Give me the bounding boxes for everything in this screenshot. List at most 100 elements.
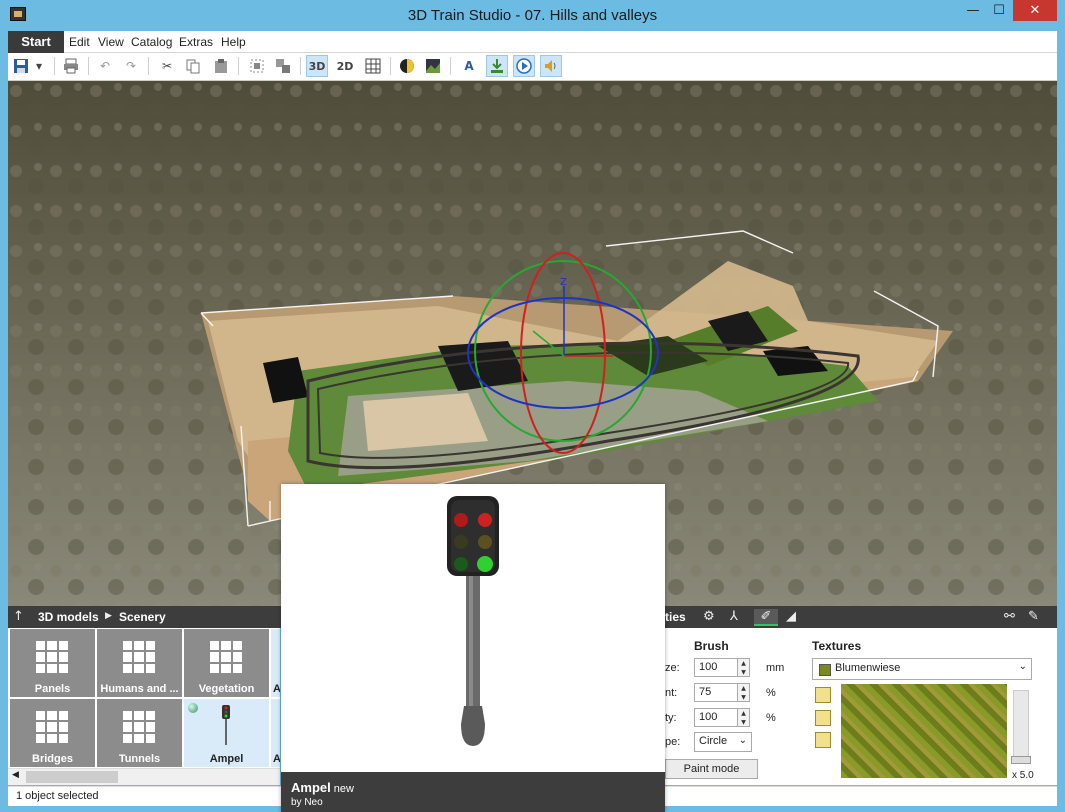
maximize-button[interactable]: ☐ — [986, 0, 1012, 21]
group-icon[interactable] — [246, 55, 268, 77]
folder-grid-icon — [210, 641, 242, 673]
copy-icon[interactable] — [182, 55, 204, 77]
edit-texture-icon[interactable] — [815, 732, 831, 748]
catalog-tile-vegetation[interactable]: Vegetation — [184, 629, 269, 697]
texture-selected-value: Blumenwiese — [835, 662, 901, 674]
catalog-tile-partial[interactable]: A — [271, 699, 280, 767]
menu-catalog[interactable]: Catalog — [131, 35, 172, 49]
brush-strength-label: nt: — [665, 687, 678, 699]
minimize-button[interactable]: — — [960, 0, 986, 21]
title-bar: 3D Train Studio - 07. Hills and valleys … — [0, 0, 1065, 30]
traffic-light-icon — [222, 705, 230, 745]
breadcrumb-3d-models[interactable]: 3D models — [38, 610, 99, 624]
save-dropdown-icon[interactable]: ▾ — [32, 55, 46, 77]
view-2d-button[interactable]: 2D — [334, 55, 356, 77]
tile-label: Panels — [34, 683, 71, 695]
menu-extras[interactable]: Extras — [179, 35, 213, 49]
folder-grid-icon — [36, 641, 68, 673]
status-text: 1 object selected — [16, 790, 99, 802]
brush-strength-stepper[interactable]: ▲ ▼ — [738, 683, 750, 702]
brush-shape-label: pe: — [665, 736, 681, 748]
catalog-tile-partial[interactable]: A — [271, 629, 280, 697]
catalog-tile-bridges[interactable]: Bridges — [10, 699, 95, 767]
tile-label: A — [273, 683, 280, 695]
brush-size-label: ze: — [665, 662, 680, 674]
menu-view[interactable]: View — [98, 35, 124, 49]
toolbar-separator — [88, 57, 89, 75]
brush-density-stepper[interactable]: ▲ ▼ — [738, 708, 750, 727]
catalog-tile-panels[interactable]: Panels — [10, 629, 95, 697]
up-arrow-icon[interactable]: ↑ — [13, 609, 24, 624]
axis-z-label: Z — [560, 277, 567, 288]
popup-model-name-row: Ampel new — [291, 780, 354, 795]
cut-icon[interactable]: ✂ — [156, 55, 178, 77]
undo-icon[interactable]: ↶ — [94, 55, 116, 77]
redo-icon[interactable]: ↷ — [120, 55, 142, 77]
toolbar-separator — [54, 57, 55, 75]
model-preview-popup: Ampel new by Neo — [281, 484, 665, 812]
menu-bar: Start Edit View Catalog Extras Help — [8, 31, 1057, 53]
texture-swatch — [819, 664, 831, 676]
tab-properties[interactable]: ties — [665, 610, 686, 624]
folder-grid-icon — [123, 641, 155, 673]
tile-label: Tunnels — [118, 753, 161, 765]
catalog-tile-humans[interactable]: Humans and ... — [97, 629, 182, 697]
toolbar-separator — [238, 57, 239, 75]
toolbar: ▾ ↶ ↷ ✂ 3D 2D A — [8, 53, 1057, 81]
texture-scale-thumb[interactable] — [1011, 756, 1031, 764]
texture-preview — [841, 684, 1007, 778]
print-icon[interactable] — [60, 55, 82, 77]
texture-scale-label: x 5.0 — [1012, 770, 1034, 781]
toolbar-separator — [450, 57, 451, 75]
brush-size-stepper[interactable]: ▲ ▼ — [738, 658, 750, 677]
close-button[interactable]: ✕ — [1013, 0, 1057, 21]
ungroup-icon[interactable] — [272, 55, 294, 77]
popup-model-name: Ampel — [291, 780, 331, 795]
paste-icon[interactable] — [210, 55, 232, 77]
brush-shape-value: Circle — [699, 735, 728, 747]
remove-texture-icon[interactable] — [815, 710, 831, 726]
brush-shape-select[interactable]: Circle ⌄ — [694, 732, 752, 752]
play-icon[interactable] — [513, 55, 535, 77]
import-icon[interactable] — [486, 55, 508, 77]
link-icon[interactable]: ⚯ — [1004, 609, 1015, 624]
brush-size-input[interactable]: 100 — [694, 658, 738, 677]
chevron-down-icon: ⌄ — [738, 735, 747, 746]
view-3d-button[interactable]: 3D — [306, 55, 328, 77]
menu-help[interactable]: Help — [221, 35, 246, 49]
day-night-icon[interactable] — [396, 55, 418, 77]
toolbar-separator — [300, 57, 301, 75]
scroll-left-icon[interactable]: ◀ — [12, 770, 19, 780]
brush-icon[interactable]: ✐ — [754, 609, 778, 626]
save-icon[interactable] — [10, 55, 32, 77]
brush-density-label: ty: — [665, 712, 677, 724]
pin-icon[interactable]: ✎ — [1028, 609, 1039, 624]
texture-scale-slider[interactable] — [1013, 690, 1029, 764]
brush-title: Brush — [694, 639, 729, 653]
textures-title: Textures — [812, 639, 862, 653]
new-item-icon — [188, 703, 198, 713]
gear-icon[interactable]: ⚙ — [703, 609, 715, 624]
catalog-scrollbar[interactable]: ◀ — [8, 768, 280, 785]
landscape-icon[interactable] — [422, 55, 444, 77]
grid-icon[interactable] — [362, 55, 384, 77]
paint-mode-button[interactable]: Paint mode — [665, 759, 758, 779]
scrollbar-thumb[interactable] — [26, 771, 118, 783]
catalog-tile-tunnels[interactable]: Tunnels — [97, 699, 182, 767]
brush-strength-unit: % — [766, 687, 776, 699]
axes-icon[interactable]: ⅄ — [730, 609, 738, 624]
menu-edit[interactable]: Edit — [69, 35, 90, 49]
texture-select[interactable]: Blumenwiese ⌄ — [812, 658, 1032, 680]
terrain-icon[interactable]: ◢ — [786, 609, 796, 624]
text-label-icon[interactable]: A — [458, 55, 480, 77]
chevron-down-icon: ⌄ — [1018, 661, 1027, 672]
catalog-tile-ampel[interactable]: Ampel — [184, 699, 269, 767]
sound-icon[interactable] — [540, 55, 562, 77]
traffic-light-preview-icon — [447, 496, 499, 746]
brush-density-input[interactable]: 100 — [694, 708, 738, 727]
start-menu-button[interactable]: Start — [8, 31, 64, 53]
tile-label: Humans and ... — [100, 683, 179, 695]
brush-strength-input[interactable]: 75 — [694, 683, 738, 702]
add-texture-icon[interactable] — [815, 687, 831, 703]
breadcrumb-scenery[interactable]: Scenery — [119, 610, 166, 624]
